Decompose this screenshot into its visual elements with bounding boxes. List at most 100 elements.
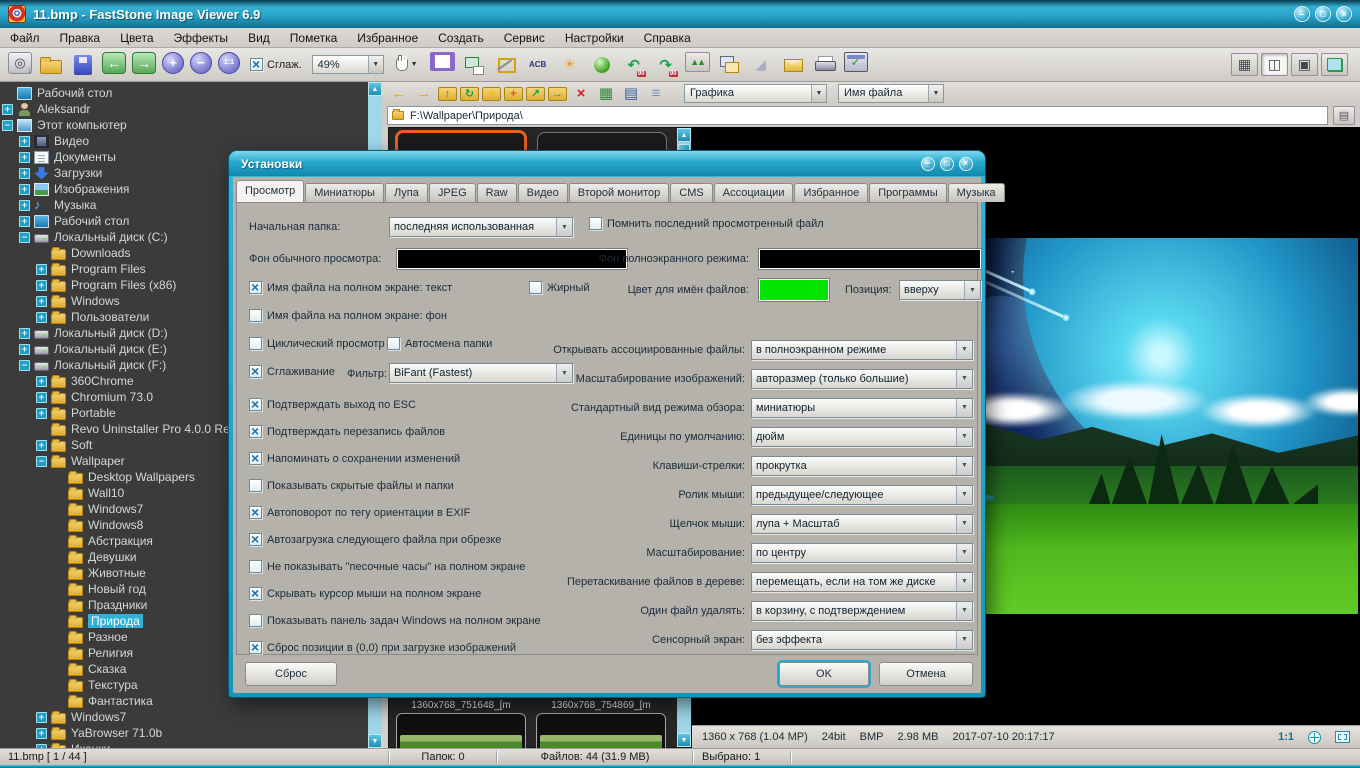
auto-folder-change-checkbox[interactable] bbox=[387, 337, 400, 350]
tree-item[interactable]: − Этот компьютер bbox=[0, 117, 368, 133]
option-checkbox[interactable] bbox=[249, 533, 262, 546]
tree-expander[interactable]: + bbox=[36, 280, 47, 291]
menu-item[interactable]: Сервис bbox=[494, 31, 555, 45]
fit-frame-icon[interactable] bbox=[1335, 731, 1350, 743]
tree-item[interactable]: + Иконки bbox=[0, 741, 368, 748]
print-icon[interactable] bbox=[812, 52, 838, 78]
chevron-down-icon[interactable]: ▼ bbox=[956, 631, 972, 649]
open-folder-icon[interactable] bbox=[38, 52, 64, 78]
screenshot-capture-icon[interactable]: ◎ bbox=[8, 52, 32, 74]
filename-text-option[interactable]: Имя файла на полном экране: текст bbox=[249, 281, 452, 294]
menu-item[interactable]: Правка bbox=[50, 31, 111, 45]
tree-expander[interactable]: + bbox=[36, 408, 47, 419]
chevron-down-icon[interactable]: ▼ bbox=[956, 399, 972, 417]
tree-item[interactable]: + Windows7 bbox=[0, 709, 368, 725]
slideshow-icon[interactable]: ▶ bbox=[430, 52, 455, 71]
bold-checkbox[interactable] bbox=[529, 281, 542, 294]
delete-icon[interactable]: × bbox=[570, 83, 592, 103]
dialog-tab[interactable]: Просмотр bbox=[236, 180, 304, 202]
tree-item[interactable]: + YaBrowser 71.0b bbox=[0, 725, 368, 741]
dialog-titlebar[interactable]: Установки – □ × bbox=[229, 151, 985, 176]
chevron-down-icon[interactable]: ▼ bbox=[556, 218, 572, 236]
browser-view-icon[interactable]: ◫ bbox=[1261, 53, 1288, 76]
dialog-tab[interactable]: Миниатюры bbox=[305, 183, 384, 202]
favorites-folder-icon[interactable]: ★ bbox=[482, 87, 501, 101]
dialog-tab[interactable]: Второй монитор bbox=[569, 183, 670, 202]
option-checkbox[interactable] bbox=[249, 479, 262, 492]
chevron-down-icon[interactable]: ▼ bbox=[368, 56, 383, 73]
option-checkbox[interactable] bbox=[249, 506, 262, 519]
cyclic-view-checkbox[interactable] bbox=[249, 337, 262, 350]
option-checkbox[interactable] bbox=[249, 614, 262, 627]
sort-select[interactable]: Имя файла ▼ bbox=[838, 84, 944, 103]
chevron-down-icon[interactable]: ▼ bbox=[956, 457, 972, 475]
menu-item[interactable]: Эффекты bbox=[164, 31, 239, 45]
option-select[interactable]: лупа + Масштаб ▼ bbox=[751, 514, 973, 534]
option-select[interactable]: миниатюры ▼ bbox=[751, 398, 973, 418]
option-select[interactable]: в полноэкранном режиме ▼ bbox=[751, 340, 973, 360]
tree-expander[interactable]: + bbox=[36, 440, 47, 451]
minimize-icon[interactable]: – bbox=[921, 157, 935, 171]
tree-expander[interactable]: − bbox=[36, 456, 47, 467]
nav-forward-icon[interactable]: → bbox=[413, 83, 435, 103]
menu-item[interactable]: Избранное bbox=[347, 31, 428, 45]
forward-image-icon[interactable]: → bbox=[132, 52, 156, 74]
tree-expander[interactable]: + bbox=[19, 216, 30, 227]
new-folder-icon[interactable]: + bbox=[504, 87, 523, 101]
option-select[interactable]: предыдущее/следующее ▼ bbox=[751, 485, 973, 505]
thumbnails-mode-icon[interactable]: ▦ bbox=[595, 83, 617, 103]
file-filter-select[interactable]: Графика ▼ bbox=[684, 84, 827, 103]
color-picker-icon[interactable] bbox=[589, 52, 615, 78]
option-checkbox[interactable] bbox=[249, 425, 262, 438]
zoom-out-icon[interactable]: − bbox=[190, 52, 212, 74]
chevron-down-icon[interactable]: ▼ bbox=[956, 486, 972, 504]
chevron-down-icon[interactable]: ▼ bbox=[956, 370, 972, 388]
menu-item[interactable]: Настройки bbox=[555, 31, 634, 45]
scroll-down-icon[interactable]: ▼ bbox=[677, 733, 691, 747]
email-icon[interactable] bbox=[780, 52, 806, 78]
dialog-tab[interactable]: Избранное bbox=[794, 183, 868, 202]
tree-expander[interactable]: + bbox=[36, 376, 47, 387]
zoom-in-icon[interactable]: + bbox=[162, 52, 184, 74]
tree-expander[interactable]: + bbox=[36, 392, 47, 403]
tree-item[interactable]: Рабочий стол bbox=[0, 85, 368, 101]
tree-expander[interactable]: − bbox=[2, 120, 13, 131]
tree-expander[interactable]: + bbox=[19, 168, 30, 179]
remember-last-file-option[interactable]: Помнить последний просмотренный файл bbox=[589, 217, 824, 230]
menu-item[interactable]: Пометка bbox=[280, 31, 348, 45]
tree-expander[interactable]: + bbox=[19, 200, 30, 211]
scroll-up-icon[interactable]: ▲ bbox=[677, 128, 691, 142]
fullscreen-icon[interactable] bbox=[1321, 53, 1348, 76]
scanner-icon[interactable]: ◢ bbox=[748, 52, 774, 78]
option-checkbox[interactable] bbox=[249, 560, 262, 573]
actual-size-icon[interactable]: 1:1 bbox=[218, 52, 240, 74]
tree-expander[interactable]: − bbox=[19, 232, 30, 243]
crop-icon[interactable] bbox=[493, 52, 519, 78]
tree-item[interactable]: + Aleksandr bbox=[0, 101, 368, 117]
filename-bg-option[interactable]: Имя файла на полном экране: фон bbox=[249, 309, 447, 322]
option-select[interactable]: в корзину, с подтверждением ▼ bbox=[751, 601, 973, 621]
settings-window-icon[interactable]: ✓ bbox=[844, 52, 868, 72]
tree-item[interactable]: + Видео bbox=[0, 133, 368, 149]
position-select[interactable]: вверху ▼ bbox=[899, 280, 981, 300]
option-select[interactable]: прокрутка ▼ bbox=[751, 456, 973, 476]
dialog-tab[interactable]: Музыка bbox=[948, 183, 1005, 202]
back-image-icon[interactable]: ← bbox=[102, 52, 126, 74]
option-select[interactable]: перемещать, если на том же диске ▼ bbox=[751, 572, 973, 592]
hand-tool[interactable]: ▼ bbox=[396, 58, 418, 71]
rotate-right-icon[interactable]: ↷ bbox=[653, 52, 679, 78]
thumbnail-view-icon[interactable]: ▦ bbox=[1231, 53, 1258, 76]
tree-expander[interactable]: + bbox=[19, 184, 30, 195]
close-icon[interactable]: × bbox=[959, 157, 973, 171]
tree-expander[interactable]: + bbox=[19, 152, 30, 163]
option-checkbox[interactable] bbox=[249, 587, 262, 600]
dialog-tab[interactable]: JPEG bbox=[429, 183, 476, 202]
list-mode-icon[interactable]: ▤ bbox=[620, 83, 642, 103]
name-color-swatch[interactable] bbox=[759, 279, 829, 301]
option-checkbox[interactable] bbox=[249, 452, 262, 465]
tree-expander[interactable]: + bbox=[36, 312, 47, 323]
up-folder-icon[interactable]: ↑ bbox=[438, 87, 457, 101]
reset-button[interactable]: Сброс bbox=[245, 662, 337, 686]
smoothing-option[interactable]: Сглаживание bbox=[249, 365, 335, 378]
option-select[interactable]: авторазмер (только большие) ▼ bbox=[751, 369, 973, 389]
